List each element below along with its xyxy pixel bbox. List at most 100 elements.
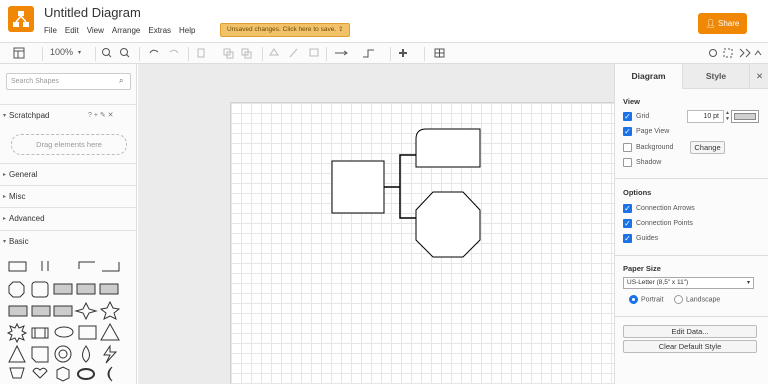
fullscreen-icon[interactable] <box>723 48 733 58</box>
shape-trapezoid[interactable] <box>9 367 25 379</box>
paper-size-select[interactable]: US-Letter (8,5" x 11") ▾ <box>623 277 754 289</box>
diagram-connector[interactable] <box>384 154 416 219</box>
section-basic-label: Basic <box>9 237 29 246</box>
scratchpad-header[interactable]: ▾ Scratchpad ? + ✎ ✕ <box>0 104 137 126</box>
connection-icon[interactable] <box>335 50 348 56</box>
tab-diagram[interactable]: Diagram <box>615 64 682 89</box>
menu-edit[interactable]: Edit <box>65 26 79 35</box>
table-icon[interactable] <box>434 48 445 58</box>
page-view-checkbox[interactable]: ✓ Page View <box>623 127 669 136</box>
unsaved-changes-button[interactable]: Unsaved changes. Click here to save. ⇪ <box>220 23 351 37</box>
edit-data-button[interactable]: Edit Data... <box>623 325 757 338</box>
line-color-icon[interactable] <box>289 48 298 58</box>
diagram-octagon[interactable] <box>415 191 481 258</box>
check-icon: ✓ <box>623 234 632 243</box>
diagram-square[interactable] <box>331 160 385 214</box>
waypoints-icon[interactable] <box>363 49 374 58</box>
zoom-in-icon[interactable] <box>102 48 112 58</box>
shape-moon[interactable] <box>107 366 113 382</box>
search-icon[interactable]: ⌕ <box>119 76 123 86</box>
menu-view[interactable]: View <box>87 26 104 35</box>
diagram-rounded-rect[interactable] <box>415 128 481 168</box>
diagram-canvas[interactable] <box>138 64 614 384</box>
drawio-logo-icon <box>13 11 29 27</box>
shape-circle[interactable] <box>54 345 72 363</box>
shape-heart[interactable] <box>32 367 48 379</box>
shape-callout[interactable] <box>54 326 74 338</box>
menu-extras[interactable]: Extras <box>148 26 171 35</box>
shadow-checkbox[interactable]: Shadow <box>623 158 661 167</box>
shape-lightning[interactable] <box>103 344 118 364</box>
sidebar-toggle-icon[interactable] <box>13 47 25 59</box>
shape-triangle[interactable] <box>100 322 120 341</box>
tab-style[interactable]: Style <box>682 64 749 89</box>
chevron-up-icon[interactable] <box>754 50 762 56</box>
menu-file[interactable]: File <box>44 26 57 35</box>
chevron-down-icon: ▾ <box>746 280 750 286</box>
shape-filled-rect-3[interactable] <box>99 283 119 295</box>
undo-icon[interactable] <box>149 49 159 54</box>
menu-help[interactable]: Help <box>179 26 195 35</box>
to-back-icon[interactable] <box>241 48 252 59</box>
chevron-down-icon[interactable]: ▾ <box>78 49 81 56</box>
shape-burst[interactable] <box>6 322 28 344</box>
zoom-out-icon[interactable] <box>120 48 130 58</box>
shape-cube[interactable] <box>56 366 70 382</box>
shape-octagon[interactable] <box>8 281 25 298</box>
change-background-button[interactable]: Change <box>690 141 725 154</box>
background-label: Background <box>636 144 674 151</box>
shape-star4[interactable] <box>74 301 98 321</box>
fill-color-icon[interactable] <box>269 48 279 56</box>
zoom-level[interactable]: 100% <box>50 47 73 57</box>
shape-filled-rect-5[interactable] <box>31 305 51 317</box>
guides-checkbox[interactable]: ✓ Guides <box>623 234 658 243</box>
shape-star5[interactable] <box>99 300 121 320</box>
shape-parallel-lines[interactable] <box>41 261 49 271</box>
format-icon[interactable] <box>709 49 717 57</box>
guides-label: Guides <box>636 235 659 242</box>
grid-size-input[interactable]: 10 pt <box>687 110 724 123</box>
shape-rectangle[interactable] <box>8 261 27 272</box>
background-checkbox[interactable]: Background <box>623 143 673 152</box>
shape-filled-rect[interactable] <box>53 283 73 295</box>
clear-default-style-button[interactable]: Clear Default Style <box>623 340 757 353</box>
grid-size-stepper-icon[interactable]: ▲ ▼ <box>725 110 730 122</box>
share-button[interactable]: 👤︎ Share <box>698 13 747 34</box>
shadow-icon[interactable] <box>309 48 319 57</box>
section-misc[interactable]: ▸ Misc <box>0 185 137 207</box>
connection-arrows-checkbox[interactable]: ✓ Connection Arrows <box>623 204 695 213</box>
shape-corner[interactable] <box>78 261 95 269</box>
insert-icon[interactable] <box>399 49 407 57</box>
shape-filled-rect-2[interactable] <box>76 283 96 295</box>
menu-arrange[interactable]: Arrange <box>112 26 140 35</box>
scratchpad-actions-icon[interactable]: ? + ✎ ✕ <box>88 105 114 127</box>
section-basic[interactable]: ▾ Basic <box>0 230 137 252</box>
to-front-icon[interactable] <box>223 48 234 59</box>
search-input[interactable]: Search Shapes <box>6 73 131 90</box>
shape-filled-rect-6[interactable] <box>53 305 73 317</box>
scratchpad-dropzone[interactable]: Drag elements here <box>11 134 127 155</box>
delete-icon[interactable] <box>197 48 205 58</box>
grid-checkbox[interactable]: ✓ Grid <box>623 112 649 121</box>
portrait-radio[interactable]: Portrait <box>629 295 664 304</box>
shape-filled-rect-4[interactable] <box>8 305 28 317</box>
shape-ellipse[interactable] <box>77 368 95 380</box>
collapse-icon[interactable] <box>739 48 751 58</box>
close-icon[interactable]: ✕ <box>749 64 768 89</box>
shape-rounded-square[interactable] <box>31 281 49 298</box>
section-general[interactable]: ▸ General <box>0 163 137 185</box>
grid-color-button[interactable] <box>731 110 759 123</box>
shape-drop[interactable] <box>82 345 90 363</box>
shape-square[interactable] <box>78 325 97 340</box>
connection-points-checkbox[interactable]: ✓ Connection Points <box>623 219 693 228</box>
chevron-right-icon: ▸ <box>3 216 7 222</box>
redo-icon[interactable] <box>169 49 179 54</box>
shape-banner[interactable] <box>31 327 49 339</box>
section-advanced[interactable]: ▸ Advanced <box>0 207 137 229</box>
diagram-title[interactable]: Untitled Diagram <box>44 5 141 20</box>
landscape-radio[interactable]: Landscape <box>674 295 720 304</box>
shape-triangle-2[interactable] <box>8 344 26 363</box>
shape-folded-page[interactable] <box>31 346 49 363</box>
shape-corner-2[interactable] <box>102 262 120 272</box>
grid-color-swatch <box>734 113 756 120</box>
